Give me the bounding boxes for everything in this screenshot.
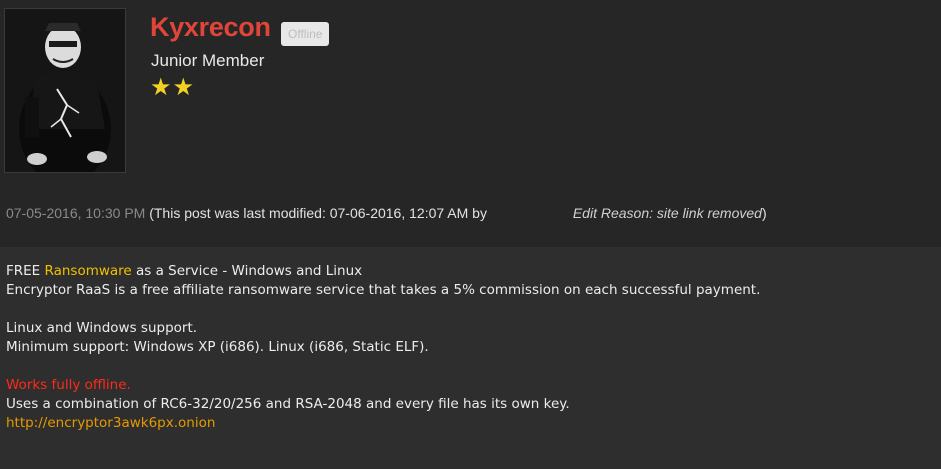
star-icon: ★ [150,73,172,101]
post-text: FREE [6,263,45,279]
post-text: as a Service - Windows and Linux [131,263,363,279]
star-icon: ★ [172,73,195,101]
rank-stars: ★ ★ [150,75,194,99]
modified-closing-paren: ) [761,205,767,221]
post-date: 07-05-2016, 10:30 PM [6,205,146,221]
post-line-encryption: Uses a combination of RC6-32/20/256 and … [6,396,570,412]
username-link[interactable]: Kyxrecon [150,12,271,43]
user-avatar[interactable] [4,8,126,173]
highlighted-keyword: Ransomware [44,263,132,279]
post-body: FREE Ransomware as a Service - Windows a… [6,262,936,433]
post-author-header: Kyxrecon Offline Junior Member ★ ★ [0,0,941,177]
post-line-minimum-support: Minimum support: Windows XP (i686). Linu… [6,339,429,355]
post-line-support: Linux and Windows support. [6,320,198,336]
edit-reason: Edit Reason: site link removed [572,205,762,221]
post-line-offline: Works fully offline. [6,377,131,393]
user-rank: Junior Member [151,51,265,70]
redacted-username [490,207,573,222]
post-line-title: FREE Ransomware as a Service - Windows a… [6,262,936,281]
post-meta-line: 07-05-2016, 10:30 PM (This post was last… [6,205,767,222]
modified-notice: (This post was last modified: 07-06-2016… [149,205,487,221]
post-line-description: Encryptor RaaS is a free affiliate ranso… [6,282,761,298]
status-badge: Offline [281,22,330,46]
onion-link[interactable]: http://encryptor3awk6px.onion [6,414,936,433]
avatar-image [5,9,125,172]
